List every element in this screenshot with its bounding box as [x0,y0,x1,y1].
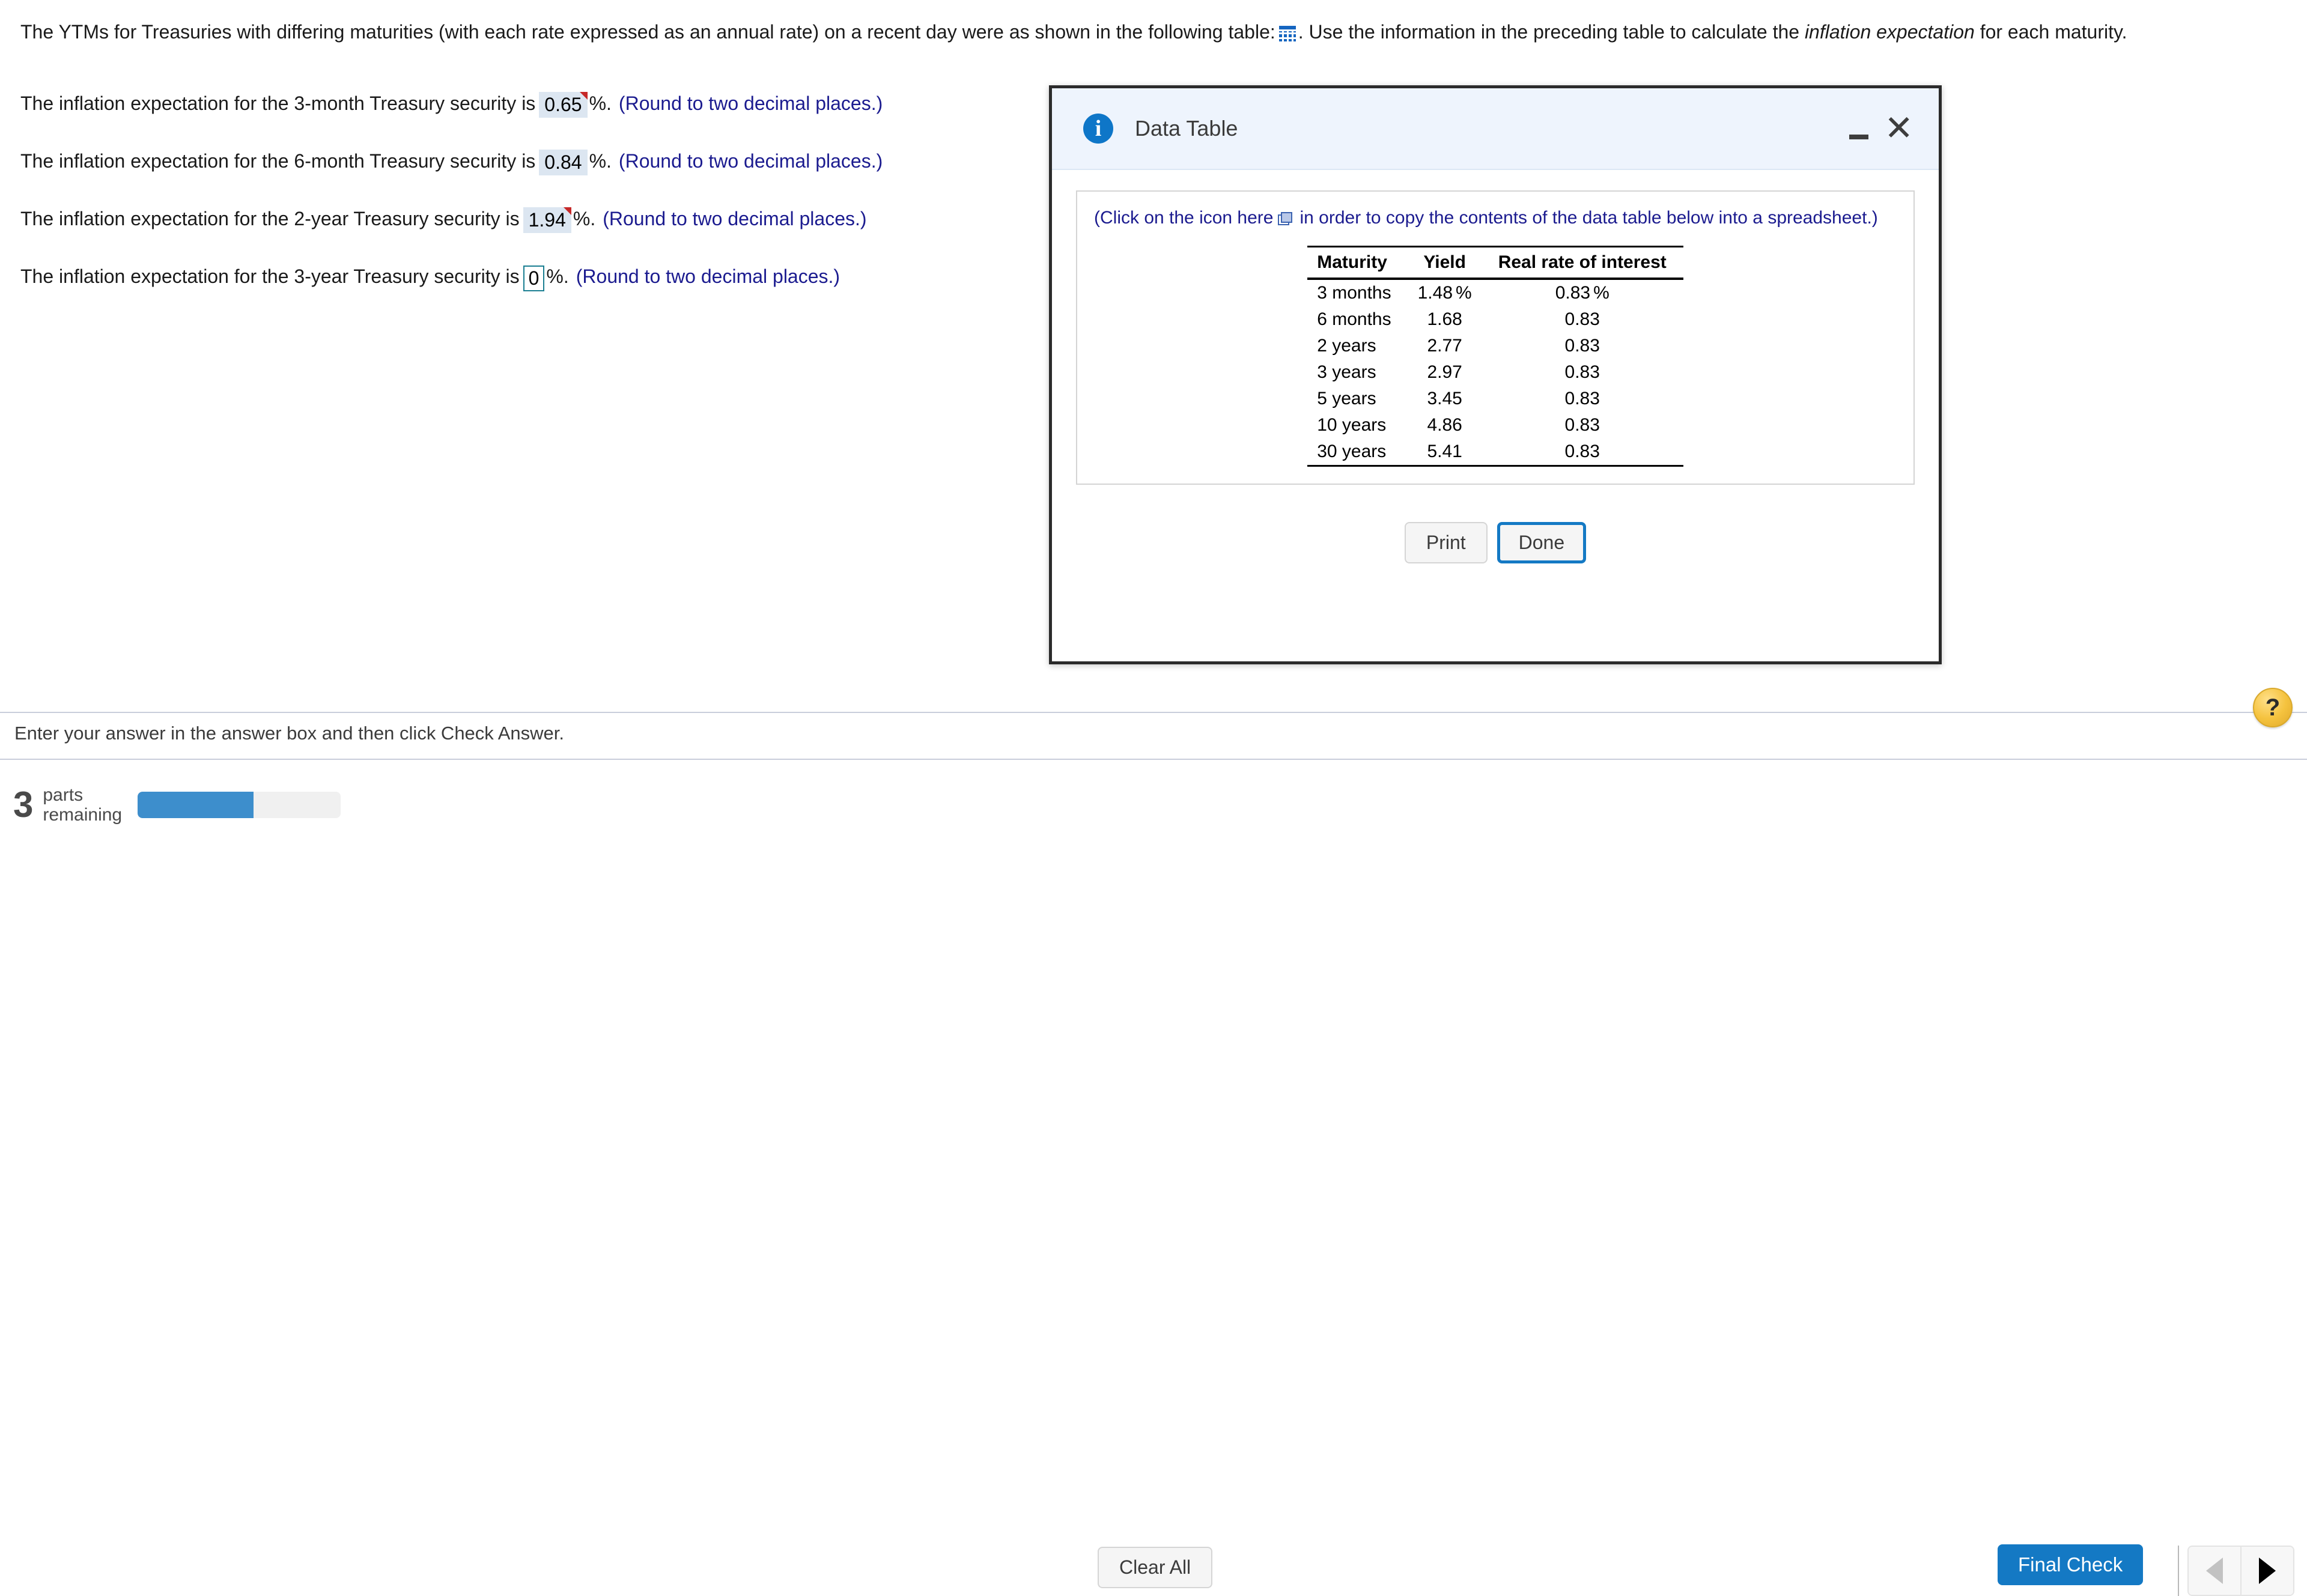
chevron-right-icon [2259,1558,2276,1584]
cell-real-rate-value: 0.83 [1555,283,1591,303]
prompt-text-3: for each maturity. [1980,21,2127,43]
cell-real-rate: 0.83 [1564,309,1600,329]
help-button[interactable]: ? [2253,688,2293,727]
parts-remaining: 3 parts remaining [13,785,341,825]
answer-unit-3-year: %. [546,265,569,287]
cell-maturity: 3 years [1317,362,1376,382]
copy-note-panel: (Click on the icon here in order to copy … [1076,190,1915,485]
answer-line-3-month: The inflation expectation for the 3-mont… [20,91,883,118]
close-icon[interactable]: ✕ [1884,111,1913,146]
cell-maturity: 30 years [1307,438,1408,467]
nav-divider [2178,1546,2179,1596]
dialog-body: (Click on the icon here in order to copy … [1052,170,1939,563]
previous-part-button[interactable] [2189,1547,2240,1595]
dialog-header: i Data Table ✕ [1052,88,1939,170]
parts-count: 3 [13,784,34,825]
answer-hint-2-year: (Round to two decimal places.) [603,208,867,229]
answer-box-6-month[interactable]: 0.84 [539,150,588,175]
table-row: 3 years 2.97 0.83 [1307,359,1683,386]
answer-line-2-year: The inflation expectation for the 2-year… [20,207,867,233]
cell-real-rate-unit: % [1593,283,1609,303]
instruction-strip: Enter your answer in the answer box and … [0,688,2307,759]
table-row: 30 years 5.41 0.83 [1307,438,1683,467]
parts-label-line1: parts [43,785,84,805]
cell-maturity: 3 months [1317,283,1391,303]
answer-hint-6-month: (Round to two decimal places.) [618,150,883,172]
done-button[interactable]: Done [1497,522,1587,563]
answer-box-2-year[interactable]: 1.94 [523,207,572,233]
cell-real-rate: 0.83 [1564,362,1600,382]
table-row: 2 years 2.77 0.83 [1307,333,1683,359]
parts-label-line2: remaining [43,805,123,825]
table-body: 3 months 1.48% 0.83% 6 months 1.68 0.83 … [1307,279,1683,467]
cell-real-rate: 0.83 [1564,389,1600,408]
minimize-icon[interactable] [1849,135,1869,139]
cell-maturity: 10 years [1317,415,1387,435]
maturity-yield-table: Maturity Yield Real rate of interest 3 m… [1307,246,1683,467]
cell-yield: 1.68 [1427,309,1462,329]
prompt-emphasis: inflation expectation [1804,21,1975,43]
cell-yield: 2.97 [1427,362,1462,382]
cell-real-rate: 0.83 [1564,415,1600,435]
instruction-text: Enter your answer in the answer box and … [14,723,564,744]
answer-hint-3-year: (Round to two decimal places.) [576,265,840,287]
cell-real-rate: 0.83 [1564,336,1600,356]
print-button[interactable]: Print [1404,522,1488,563]
table-icon[interactable] [1278,26,1296,41]
nav-buttons [2187,1546,2294,1596]
cell-maturity: 5 years [1317,389,1376,408]
cell-maturity: 6 months [1317,309,1391,329]
cell-yield-value: 1.48 [1417,283,1453,303]
table-header-row: Maturity Yield Real rate of interest [1307,246,1683,280]
answer-line-6-month: The inflation expectation for the 6-mont… [20,149,883,175]
answer-box-3-month[interactable]: 0.65 [539,92,588,118]
cell-yield: 1.48% [1408,279,1489,306]
copy-note-after: in order to copy the contents of the dat… [1299,208,1878,228]
data-table-dialog: i Data Table ✕ (Click on the icon here in… [1049,85,1942,664]
answer-lead-3-month: The inflation expectation for the 3-mont… [20,93,536,114]
table-row: 5 years 3.45 0.83 [1307,386,1683,412]
column-header-maturity: Maturity [1307,246,1408,280]
cell-yield: 4.86 [1427,415,1462,435]
copy-note-before: (Click on the icon here [1094,208,1274,228]
dialog-title: Data Table [1135,116,1238,141]
answer-input-3-year[interactable]: 0 [523,265,545,291]
table-row: 6 months 1.68 0.83 [1307,306,1683,333]
answer-unit-6-month: %. [589,150,612,172]
cell-yield: 5.41 [1408,438,1489,467]
answer-hint-3-month: (Round to two decimal places.) [618,93,883,114]
prompt-text-2: . Use the information in the preceding t… [1298,21,1800,43]
dialog-footer: Print Done [1076,522,1915,563]
column-header-yield: Yield [1408,246,1489,280]
answer-lead-2-year: The inflation expectation for the 2-year… [20,208,520,229]
problem-prompt: The YTMs for Treasuries with differing m… [20,14,2297,49]
next-part-button[interactable] [2240,1547,2293,1595]
cell-real-rate: 0.83% [1489,279,1683,306]
prompt-text-1: The YTMs for Treasuries with differing m… [20,21,1275,43]
answer-lead-6-month: The inflation expectation for the 6-mont… [20,150,536,172]
answer-unit-2-year: %. [573,208,596,229]
copy-note: (Click on the icon here in order to copy … [1094,206,1897,230]
clear-all-button[interactable]: Clear All [1098,1547,1213,1588]
progress-bar-fill [138,792,254,818]
answer-lead-3-year: The inflation expectation for the 3-year… [20,265,520,287]
answer-unit-3-month: %. [589,93,612,114]
table-row: 3 months 1.48% 0.83% [1307,279,1683,306]
info-icon: i [1083,114,1113,144]
cell-yield: 2.77 [1427,336,1462,356]
cell-yield-unit: % [1456,283,1472,303]
chevron-left-icon [2206,1558,2223,1584]
parts-label: parts remaining [43,785,122,825]
cell-maturity: 2 years [1317,336,1376,356]
column-header-real-rate: Real rate of interest [1488,246,1683,280]
answer-line-3-year: The inflation expectation for the 3-year… [20,264,840,291]
cell-yield: 3.45 [1427,389,1462,408]
copy-icon[interactable] [1278,212,1293,225]
bottom-bar: 3 parts remaining Clear All Final Check [0,759,2307,1596]
cell-real-rate: 0.83 [1488,438,1683,467]
table-row: 10 years 4.86 0.83 [1307,412,1683,438]
final-check-button[interactable]: Final Check [1998,1544,2144,1585]
progress-bar [138,792,341,818]
